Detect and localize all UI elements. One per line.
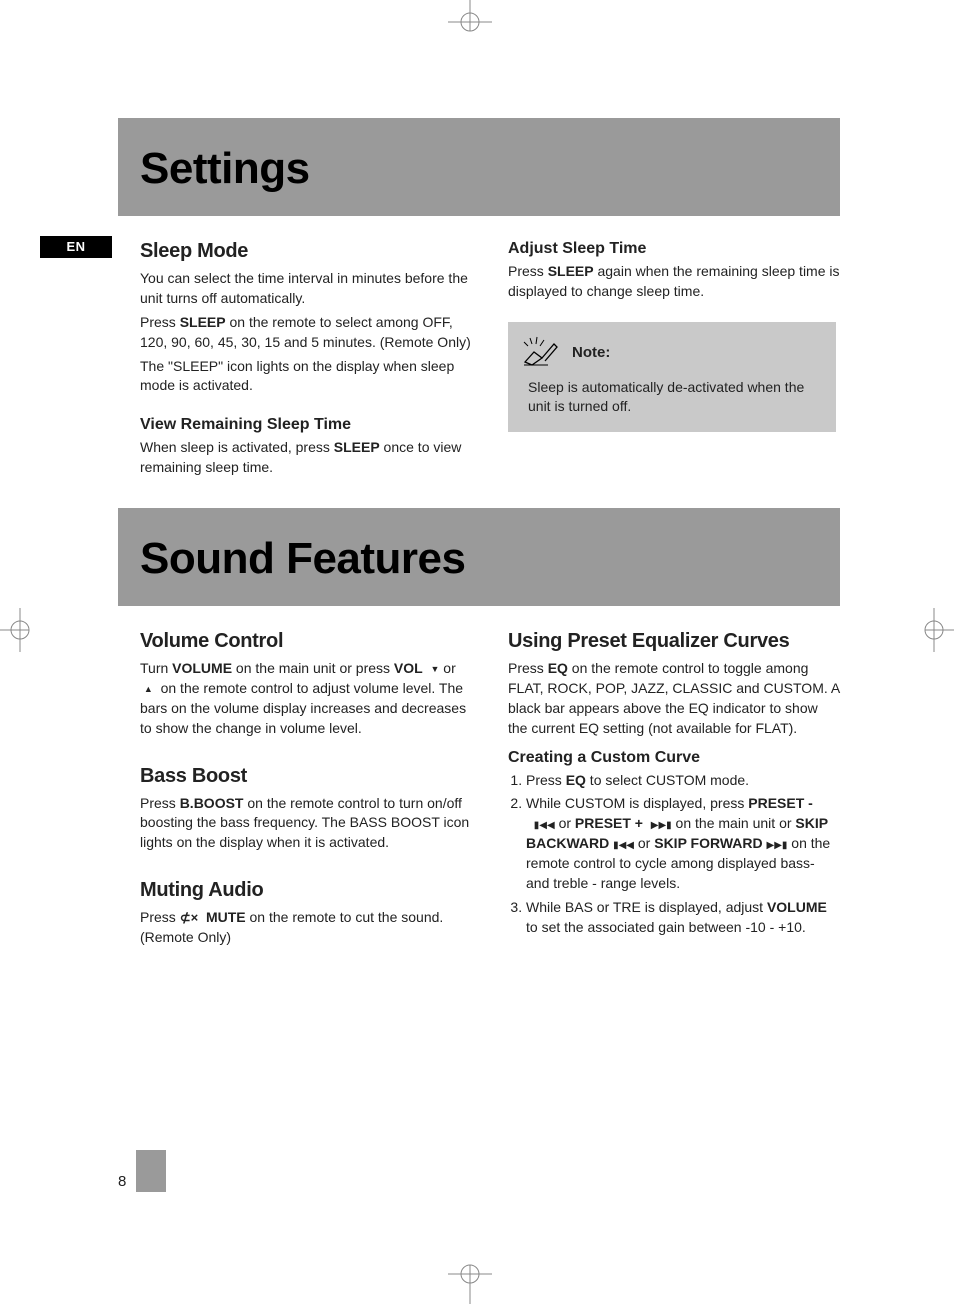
down-triangle-icon: ▼ — [430, 664, 439, 674]
col-right: Using Preset Equalizer Curves Press EQ o… — [508, 622, 840, 952]
manual-page: Settings EN Sleep Mode You can select th… — [0, 0, 954, 1296]
skip-fwd-icon: ▶▶▮ — [651, 820, 672, 831]
body-text: When sleep is activated, press SLEEP onc… — [140, 438, 472, 478]
heading-volume: Volume Control — [140, 630, 472, 653]
page-content: Settings EN Sleep Mode You can select th… — [140, 118, 840, 952]
cropmark-right — [904, 600, 954, 660]
cropmark-top — [440, 0, 500, 52]
step-item: While BAS or TRE is displayed, adjust VO… — [526, 898, 840, 938]
page-number-decor — [136, 1150, 166, 1192]
skip-back-icon: ▮◀◀ — [534, 820, 555, 831]
body-text: Press SLEEP on the remote to select amon… — [140, 313, 472, 353]
heading-bass: Bass Boost — [140, 765, 472, 788]
settings-columns: EN Sleep Mode You can select the time in… — [140, 232, 840, 482]
step-item: While CUSTOM is displayed, press PRESET … — [526, 794, 840, 893]
body-text: The "SLEEP" icon lights on the display w… — [140, 357, 472, 397]
sound-features-block: Sound Features Volume Control Turn VOLUM… — [140, 508, 840, 952]
cropmark-left — [0, 600, 50, 660]
section-banner-sound: Sound Features — [118, 508, 840, 606]
body-text: Press SLEEP again when the remaining sle… — [508, 262, 840, 302]
heading-eq: Using Preset Equalizer Curves — [508, 630, 840, 653]
cropmark-bottom — [440, 1244, 500, 1304]
heading-sleep-mode: Sleep Mode — [140, 240, 472, 263]
note-label: Note: — [572, 344, 610, 361]
heading-adjust-sleep: Adjust Sleep Time — [508, 240, 840, 258]
banner-title: Settings — [118, 144, 840, 194]
step-item: Press EQ to select CUSTOM mode. — [526, 771, 840, 791]
section-banner-settings: Settings — [118, 118, 840, 216]
col-left: Sleep Mode You can select the time inter… — [140, 232, 472, 482]
skip-fwd-icon: ▶▶▮ — [767, 840, 788, 851]
body-text: Press B.BOOST on the remote control to t… — [140, 794, 472, 854]
body-text: Press EQ on the remote control to toggle… — [508, 659, 840, 739]
custom-curve-steps: Press EQ to select CUSTOM mode. While CU… — [508, 771, 840, 938]
page-number-block: 8 — [118, 1150, 166, 1192]
sound-columns: Volume Control Turn VOLUME on the main u… — [140, 622, 840, 952]
note-text: Sleep is automatically de-activated when… — [522, 378, 822, 416]
language-tab: EN — [40, 236, 112, 258]
page-number: 8 — [118, 1173, 126, 1190]
body-text: You can select the time interval in minu… — [140, 269, 472, 309]
col-left: Volume Control Turn VOLUME on the main u… — [140, 622, 472, 952]
skip-back-icon: ▮◀◀ — [613, 840, 634, 851]
note-header: Note: — [522, 334, 822, 372]
heading-view-remaining: View Remaining Sleep Time — [140, 416, 472, 434]
heading-muting: Muting Audio — [140, 879, 472, 902]
body-text: Press ⊄× MUTE on the remote to cut the s… — [140, 908, 472, 948]
col-right: Adjust Sleep Time Press SLEEP again when… — [508, 232, 840, 482]
banner-title: Sound Features — [118, 534, 840, 584]
up-triangle-icon: ▲ — [144, 684, 153, 694]
hand-writing-icon — [522, 334, 562, 372]
mute-icon: ⊄× — [180, 910, 198, 925]
body-text: Turn VOLUME on the main unit or press VO… — [140, 659, 472, 739]
note-callout: Note: Sleep is automatically de-activate… — [508, 322, 836, 432]
heading-custom-curve: Creating a Custom Curve — [508, 749, 840, 767]
